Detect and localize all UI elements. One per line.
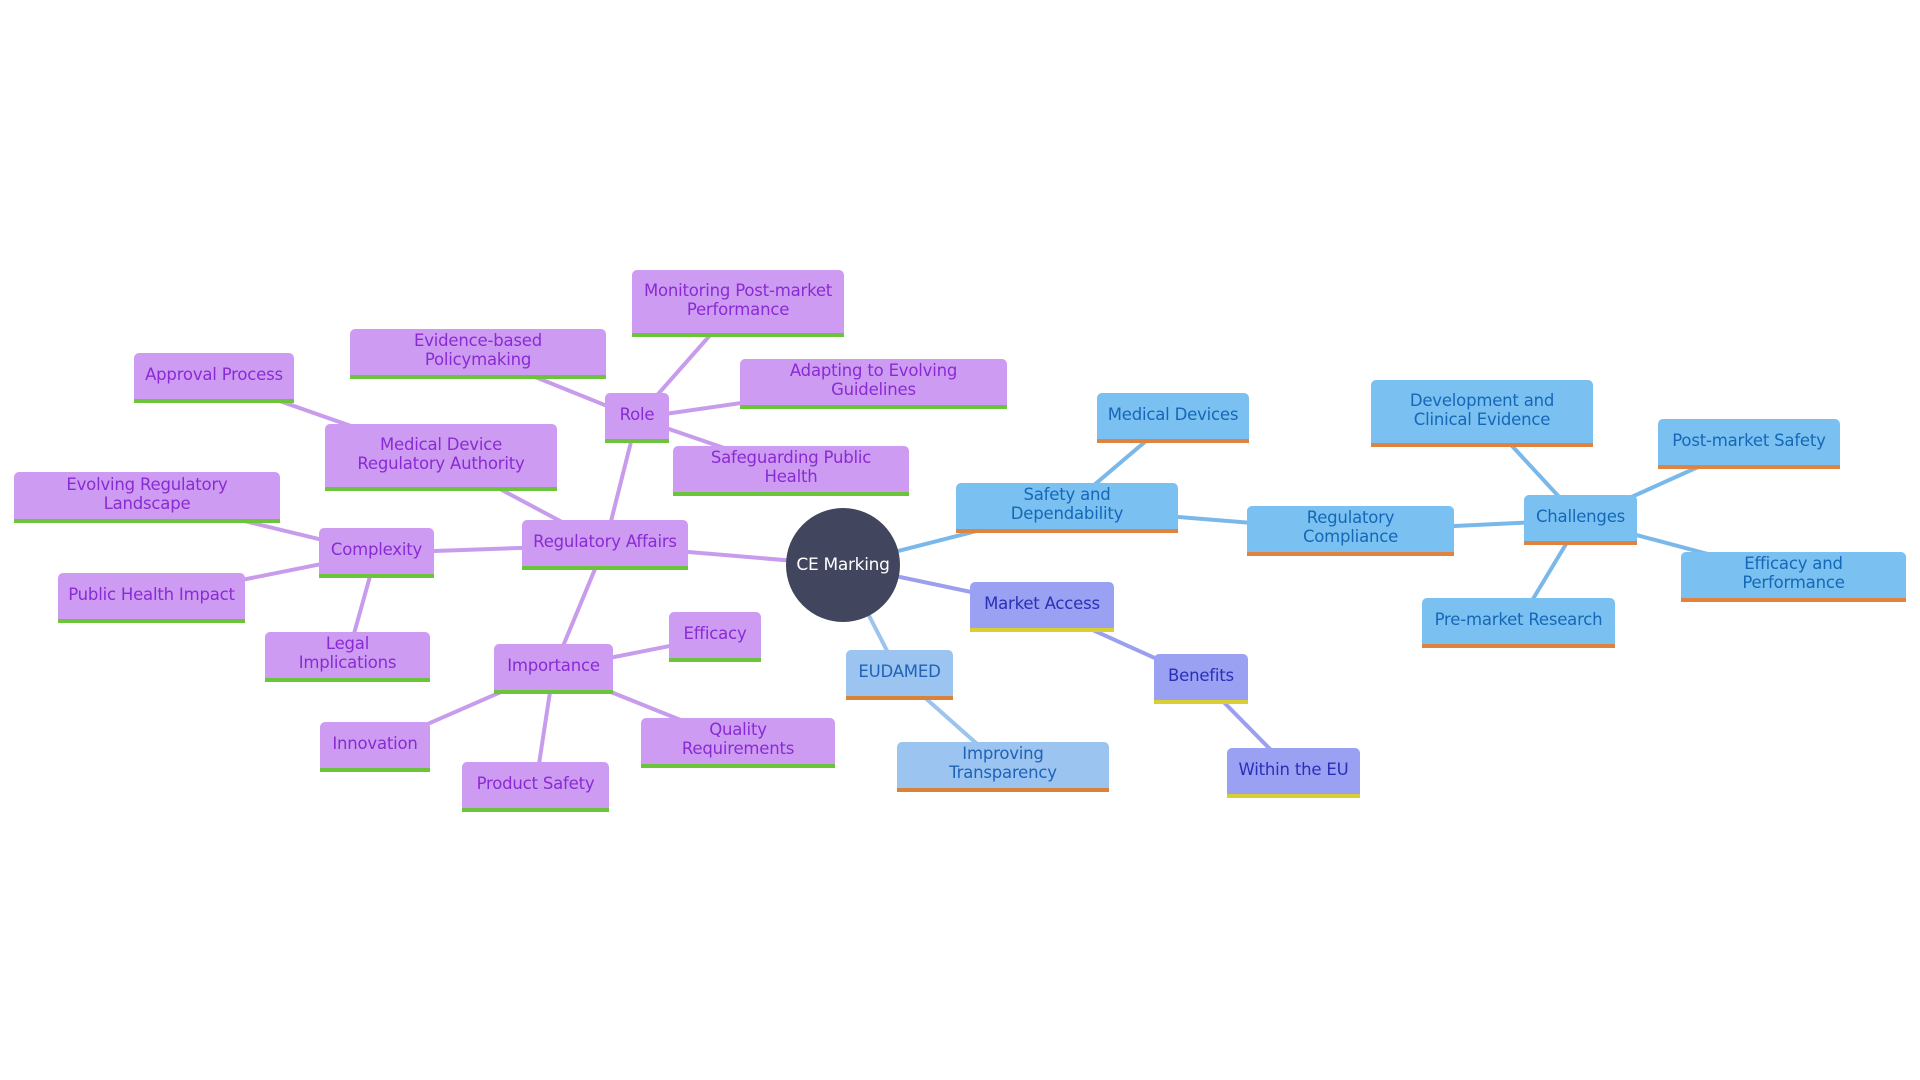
node-within-the-eu[interactable]: Within the EU [1227,748,1360,798]
node-approval-process[interactable]: Approval Process [134,353,294,403]
node-improving-transparency[interactable]: Improving Transparency [897,742,1109,792]
node-importance[interactable]: Importance [494,644,613,694]
mindmap-canvas: CE Marking Regulatory Affairs Role Monit… [0,0,1920,1080]
node-legal-implications[interactable]: Legal Implications [265,632,430,682]
node-medical-devices[interactable]: Medical Devices [1097,393,1249,443]
node-challenges[interactable]: Challenges [1524,495,1637,545]
node-efficacy-and-performance[interactable]: Efficacy and Performance [1681,552,1906,602]
node-adapting-to-evolving-guidelines[interactable]: Adapting to Evolving Guidelines [740,359,1007,409]
node-innovation[interactable]: Innovation [320,722,430,772]
root-node-ce-marking[interactable]: CE Marking [786,508,900,622]
node-public-health-impact[interactable]: Public Health Impact [58,573,245,623]
node-evidence-based-policymaking[interactable]: Evidence-based Policymaking [350,329,606,379]
node-product-safety[interactable]: Product Safety [462,762,609,812]
node-regulatory-compliance[interactable]: Regulatory Compliance [1247,506,1454,556]
node-complexity[interactable]: Complexity [319,528,434,578]
node-development-and-clinical-evidence[interactable]: Development and Clinical Evidence [1371,380,1593,447]
node-regulatory-affairs[interactable]: Regulatory Affairs [522,520,688,570]
node-benefits[interactable]: Benefits [1154,654,1248,704]
node-quality-requirements[interactable]: Quality Requirements [641,718,835,768]
node-market-access[interactable]: Market Access [970,582,1114,632]
node-efficacy[interactable]: Efficacy [669,612,761,662]
node-medical-device-regulatory-authority[interactable]: Medical Device Regulatory Authority [325,424,557,491]
node-safety-and-dependability[interactable]: Safety and Dependability [956,483,1178,533]
node-monitoring-post-market-performance[interactable]: Monitoring Post-market Performance [632,270,844,337]
node-safeguarding-public-health[interactable]: Safeguarding Public Health [673,446,909,496]
node-eudamed[interactable]: EUDAMED [846,650,953,700]
node-role[interactable]: Role [605,393,669,443]
node-pre-market-research[interactable]: Pre-market Research [1422,598,1615,648]
node-evolving-regulatory-landscape[interactable]: Evolving Regulatory Landscape [14,472,280,523]
node-post-market-safety[interactable]: Post-market Safety [1658,419,1840,469]
